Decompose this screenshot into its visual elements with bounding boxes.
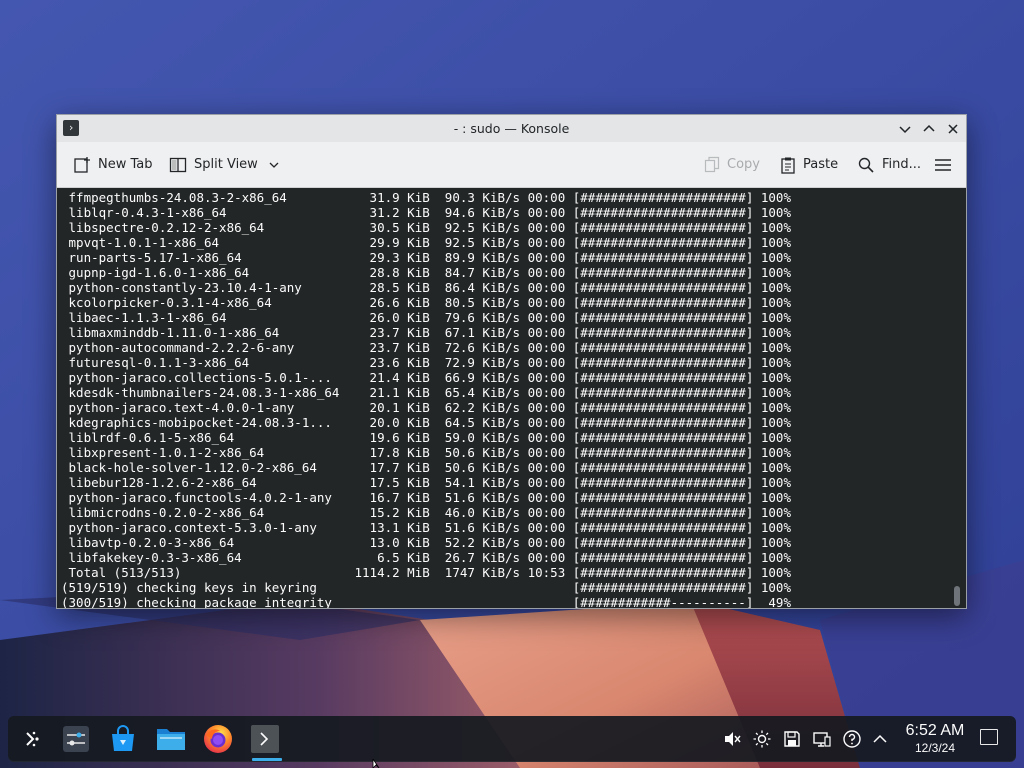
hamburger-menu-button[interactable]	[934, 142, 952, 187]
terminal-line: liblrdf-0.6.1-5-x86_64 19.6 KiB 59.0 KiB…	[61, 430, 791, 445]
taskbar-firefox[interactable]	[201, 722, 235, 756]
terminal-line: libxpresent-1.0.1-2-x86_64 17.8 KiB 50.6…	[61, 445, 791, 460]
application-launcher-button[interactable]	[16, 722, 50, 756]
terminal-line: libfakekey-0.3-3-x86_64 6.5 KiB 26.7 KiB…	[61, 550, 791, 565]
konsole-window: › - : sudo — Konsole New Tab Split View …	[56, 114, 967, 609]
find-label: Find...	[882, 157, 922, 172]
mouse-cursor-icon	[372, 759, 380, 768]
store-bag-icon	[112, 725, 134, 751]
terminal-line: black-hole-solver-1.12.0-2-x86_64 17.7 K…	[61, 460, 791, 475]
terminal-line: libmaxminddb-1.11.0-1-x86_64 23.7 KiB 67…	[61, 325, 791, 340]
maximize-button[interactable]	[920, 120, 938, 138]
terminal-scrollbar[interactable]	[954, 586, 960, 606]
network-icon	[813, 732, 831, 747]
terminal-line: kdegraphics-mobipocket-24.08.3-1... 20.0…	[61, 415, 791, 430]
terminal-line: python-jaraco.collections-5.0.1-... 21.4…	[61, 370, 791, 385]
tray-expand[interactable]	[869, 728, 891, 750]
copy-icon	[704, 156, 720, 172]
new-tab-label: New Tab	[98, 157, 153, 172]
close-icon	[948, 124, 958, 134]
terminal-line: futuresql-0.1.1-3-x86_64 23.6 KiB 72.9 K…	[61, 355, 791, 370]
clock-time[interactable]: 6:52 AM	[900, 722, 970, 740]
terminal-line: python-jaraco.context-5.3.0-1-any 13.1 K…	[61, 520, 791, 535]
terminal-line: libaec-1.1.3-1-x86_64 26.0 KiB 79.6 KiB/…	[61, 310, 791, 325]
toolbar: New Tab Split View Copy Paste Find...	[57, 142, 966, 188]
tray-network[interactable]	[811, 728, 833, 750]
copy-label: Copy	[727, 157, 760, 172]
show-desktop-button[interactable]	[980, 729, 998, 745]
terminal-line: (300/519) checking package integrity [##…	[61, 595, 791, 608]
terminal-line: gupnp-igd-1.6.0-1-x86_64 28.8 KiB 84.7 K…	[61, 265, 791, 280]
tray-help[interactable]	[841, 728, 863, 750]
taskbar-dolphin[interactable]	[154, 722, 188, 756]
tray-storage[interactable]	[781, 728, 803, 750]
title-bar[interactable]: › - : sudo — Konsole	[57, 115, 966, 143]
terminal-line: (519/519) checking keys in keyring [####…	[61, 580, 791, 595]
terminal-line: Total (513/513) 1114.2 MiB 1747 KiB/s 10…	[61, 565, 791, 580]
active-window-indicator	[252, 758, 282, 761]
taskbar-konsole[interactable]	[248, 722, 282, 756]
settings-sliders-icon	[63, 726, 89, 752]
split-view-icon	[169, 157, 187, 172]
minimize-button[interactable]	[896, 120, 914, 138]
paste-button[interactable]: Paste	[780, 142, 838, 187]
split-view-label: Split View	[194, 157, 258, 172]
chevron-down-icon	[269, 162, 279, 168]
terminal-line: libebur128-1.2.6-2-x86_64 17.5 KiB 54.1 …	[61, 475, 791, 490]
volume-muted-icon	[725, 732, 741, 746]
new-tab-icon	[74, 156, 90, 173]
search-icon	[858, 157, 874, 173]
taskbar-discover[interactable]	[106, 722, 140, 756]
new-tab-button[interactable]: New Tab	[73, 142, 153, 187]
terminal-line: run-parts-5.17-1-x86_64 29.3 KiB 89.9 Ki…	[61, 250, 791, 265]
brightness-icon	[753, 730, 771, 748]
hamburger-menu-icon	[935, 158, 951, 171]
help-icon	[843, 730, 861, 748]
terminal-line: liblqr-0.4.3-1-x86_64 31.2 KiB 94.6 KiB/…	[61, 205, 791, 220]
terminal-line: kdesdk-thumbnailers-24.08.3-1-x86_64 21.…	[61, 385, 791, 400]
close-button[interactable]	[944, 120, 962, 138]
terminal-output[interactable]: ffmpegthumbs-24.08.3-2-x86_64 31.9 KiB 9…	[57, 188, 966, 608]
terminal-line: libspectre-0.2.12-2-x86_64 30.5 KiB 92.5…	[61, 220, 791, 235]
tray-brightness[interactable]	[751, 728, 773, 750]
terminal-line: libavtp-0.2.0-3-x86_64 13.0 KiB 52.2 KiB…	[61, 535, 791, 550]
terminal-line: python-jaraco.text-4.0.0-1-any 20.1 KiB …	[61, 400, 791, 415]
terminal-line: libmicrodns-0.2.0-2-x86_64 15.2 KiB 46.0…	[61, 505, 791, 520]
split-view-button[interactable]: Split View	[169, 142, 281, 187]
terminal-line: ffmpegthumbs-24.08.3-2-x86_64 31.9 KiB 9…	[61, 190, 791, 205]
chevron-down-icon	[899, 126, 911, 134]
taskbar: 6:52 AM 12/3/24	[8, 716, 1016, 762]
terminal-line: python-constantly-23.10.4-1-any 28.5 KiB…	[61, 280, 791, 295]
terminal-line: python-jaraco.functools-4.0.2-1-any 16.7…	[61, 490, 791, 505]
tray-volume[interactable]	[721, 728, 743, 750]
taskbar-system-settings[interactable]	[59, 722, 93, 756]
copy-button[interactable]: Copy	[704, 142, 760, 187]
paste-label: Paste	[803, 157, 839, 172]
kde-launcher-icon	[26, 731, 39, 747]
chevron-up-icon	[923, 124, 935, 132]
terminal-icon	[251, 725, 279, 753]
terminal-line: mpvqt-1.0.1-1-x86_64 29.9 KiB 92.5 KiB/s…	[61, 235, 791, 250]
folder-icon	[157, 729, 185, 750]
terminal-line: kcolorpicker-0.3.1-4-x86_64 26.6 KiB 80.…	[61, 295, 791, 310]
find-button[interactable]: Find...	[857, 142, 921, 187]
paste-icon	[781, 157, 795, 174]
window-title: - : sudo — Konsole	[453, 121, 570, 136]
terminal-line: python-autocommand-2.2.2-6-any 23.7 KiB …	[61, 340, 791, 355]
clock-date[interactable]: 12/3/24	[900, 741, 970, 755]
firefox-icon	[204, 725, 232, 753]
storage-icon	[784, 731, 800, 747]
expand-arrow-icon	[873, 734, 887, 743]
